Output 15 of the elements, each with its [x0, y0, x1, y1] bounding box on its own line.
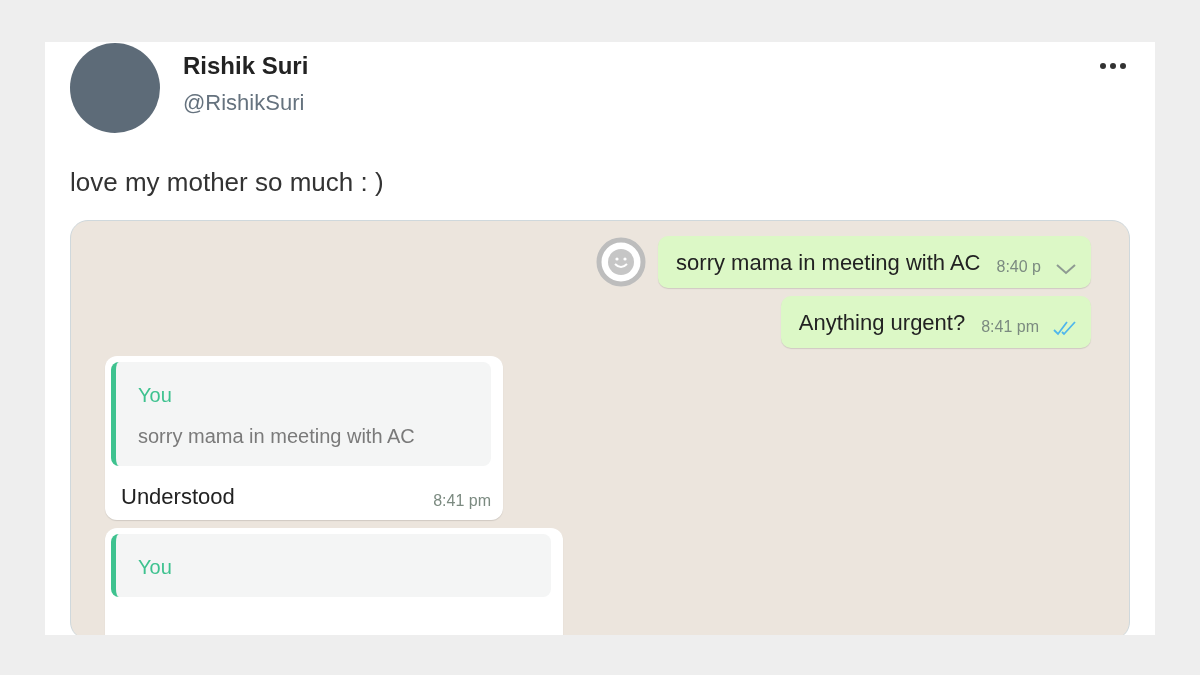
message-time: 8:41 pm — [981, 318, 1039, 336]
quote-text: sorry mama in meeting with AC — [138, 425, 416, 448]
message-text: Anything urgent? — [798, 310, 966, 336]
message-time: 8:41 pm — [433, 492, 491, 510]
message-time: 8:40 p — [996, 258, 1041, 276]
tweet-text: love my mother so much : ) — [70, 167, 385, 198]
quoted-message[interactable]: You sorry mama in meeting with AC — [111, 362, 491, 466]
quote-author: You — [138, 384, 173, 407]
author-handle[interactable]: @RishikSuri — [183, 90, 1099, 116]
more-icon[interactable] — [1099, 62, 1127, 70]
message-text: sorry mama in meeting with AC — [676, 250, 981, 276]
chevron-down-icon[interactable] — [1055, 262, 1077, 276]
message-text: Understood — [121, 484, 235, 510]
author-name[interactable]: Rishik Suri — [183, 52, 1099, 80]
quote-author: You — [138, 556, 173, 579]
